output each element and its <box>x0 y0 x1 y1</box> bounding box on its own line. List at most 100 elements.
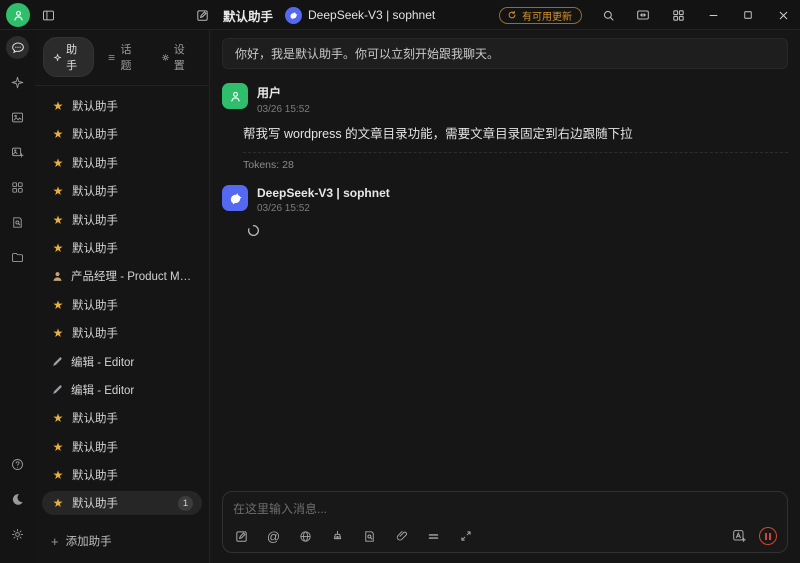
model-name: DeepSeek-V3 | sophnet <box>308 8 435 22</box>
settings-nav-icon[interactable] <box>6 522 30 546</box>
page-title: 默认助手 <box>223 6 273 25</box>
apps-grid-icon[interactable] <box>669 6 687 24</box>
assistant-item[interactable]: 编辑 - Editor <box>42 350 202 374</box>
star-icon: ★ <box>51 441 65 453</box>
model-selector-button[interactable]: DeepSeek-V3 | sophnet <box>285 7 435 24</box>
expand-icon[interactable] <box>457 528 474 545</box>
app-window: 默认助手 DeepSeek-V3 | sophnet 有可用更新 <box>0 0 800 563</box>
star-icon: ★ <box>51 185 65 197</box>
minapps-nav-icon[interactable] <box>6 175 30 199</box>
assistant-message: DeepSeek-V3 | sophnet 03/26 15:52 <box>222 185 788 237</box>
assistant-item[interactable]: ★ 默认助手 <box>42 179 202 203</box>
minimize-button[interactable] <box>704 6 722 24</box>
message-time: 03/26 15:52 <box>257 104 310 115</box>
topic-count-badge: 1 <box>178 496 193 511</box>
theme-moon-icon[interactable] <box>6 487 30 511</box>
message-author: 用户 <box>257 83 310 101</box>
star-icon: ★ <box>51 128 65 140</box>
mini-window-icon[interactable] <box>634 6 652 24</box>
person-icon <box>51 270 64 283</box>
mention-model-icon[interactable]: @ <box>265 528 282 545</box>
pencil-icon <box>51 383 64 396</box>
assistant-greeting: 你好，我是默认助手。你可以立刻开始跟我聊天。 <box>222 38 788 69</box>
assistant-item[interactable]: 产品经理 - Product Manager <box>42 264 202 288</box>
message-input[interactable] <box>233 502 777 516</box>
person-icon <box>228 89 243 104</box>
star-icon: ★ <box>51 497 65 509</box>
message-author: DeepSeek-V3 | sophnet <box>257 185 390 200</box>
person-icon <box>11 8 26 23</box>
gear-icon <box>161 52 170 63</box>
composer-toolbar: @ <box>233 527 777 545</box>
assistant-item[interactable]: ★ 默认助手 <box>42 463 202 487</box>
star-icon: ★ <box>51 299 65 311</box>
new-topic-icon[interactable] <box>233 528 250 545</box>
sparkle-icon <box>53 52 62 63</box>
sidebar-toggle-icon[interactable] <box>39 6 57 24</box>
help-icon[interactable] <box>6 452 30 476</box>
maximize-button[interactable] <box>739 6 757 24</box>
clear-context-icon[interactable] <box>425 528 442 545</box>
assistant-list: ★ 默认助手 ★ 默认助手 ★ 默认助手 ★ 默认助手 ★ 默认助手 <box>35 86 209 531</box>
user-message-avatar[interactable] <box>222 83 248 109</box>
deepseek-logo-icon <box>285 7 302 24</box>
titlebar: 默认助手 DeepSeek-V3 | sophnet 有可用更新 <box>0 0 800 30</box>
pencil-icon <box>51 355 64 368</box>
message-list: 用户 03/26 15:52 帮我写 wordpress 的文章目录功能，需要文… <box>210 71 800 491</box>
tab-topics[interactable]: 话题 <box>98 37 147 77</box>
plus-icon: + <box>51 535 59 548</box>
assistant-item[interactable]: ★ 默认助手 <box>42 293 202 317</box>
chat-nav-icon[interactable] <box>6 36 29 59</box>
attachment-icon[interactable] <box>393 528 410 545</box>
tab-assistants[interactable]: 助手 <box>43 37 94 77</box>
assistant-item[interactable]: ★ 默认助手 <box>42 406 202 430</box>
chat-panel: 你好，我是默认助手。你可以立刻开始跟我聊天。 用户 03/26 15:52 <box>210 30 800 563</box>
search-icon[interactable] <box>599 6 617 24</box>
knowledge-nav-icon[interactable] <box>6 210 30 234</box>
message-tokens: Tokens: 28 <box>243 152 788 171</box>
assistants-sidebar: 助手 话题 设置 ★ 默认助手 <box>35 30 210 563</box>
assistant-item[interactable]: ★ 默认助手 <box>42 151 202 175</box>
star-icon: ★ <box>51 469 65 481</box>
knowledge-base-icon[interactable] <box>361 528 378 545</box>
assistant-item-selected[interactable]: ★ 默认助手 1 <box>42 491 202 515</box>
image-generation-nav-icon[interactable] <box>6 140 30 164</box>
assistant-item[interactable]: ★ 默认助手 <box>42 94 202 118</box>
tab-settings[interactable]: 设置 <box>152 37 201 77</box>
assistant-item[interactable]: ★ 默认助手 <box>42 208 202 232</box>
star-icon: ★ <box>51 100 65 112</box>
message-text: 帮我写 wordpress 的文章目录功能，需要文章目录固定到右边跟随下拉 <box>243 125 788 143</box>
close-button[interactable] <box>774 6 792 24</box>
user-avatar[interactable] <box>6 3 30 27</box>
message-time: 03/26 15:52 <box>257 203 390 214</box>
assistant-item[interactable]: 编辑 - Editor <box>42 378 202 402</box>
sidebar-tabs: 助手 话题 设置 <box>35 30 209 86</box>
assistant-item[interactable]: ★ 默认助手 <box>42 435 202 459</box>
pause-generation-button[interactable] <box>759 527 777 545</box>
assistant-item[interactable]: ★ 默认助手 <box>42 321 202 345</box>
translate-icon[interactable] <box>730 528 747 545</box>
web-search-icon[interactable] <box>297 528 314 545</box>
deepseek-avatar[interactable] <box>222 185 248 211</box>
update-available-badge[interactable]: 有可用更新 <box>499 7 582 24</box>
star-icon: ★ <box>51 242 65 254</box>
list-icon <box>107 52 116 63</box>
composer: @ <box>222 491 788 553</box>
deepseek-logo-icon <box>227 190 244 207</box>
star-icon: ★ <box>51 412 65 424</box>
agents-nav-icon[interactable] <box>6 70 30 94</box>
files-nav-icon[interactable] <box>6 245 30 269</box>
add-assistant-button[interactable]: + 添加助手 <box>35 531 209 563</box>
loading-spinner <box>247 224 788 237</box>
refresh-icon <box>507 10 517 20</box>
star-icon: ★ <box>51 214 65 226</box>
nav-rail <box>0 30 35 563</box>
assistant-item[interactable]: ★ 默认助手 <box>42 236 202 260</box>
star-icon: ★ <box>51 327 65 339</box>
star-icon: ★ <box>51 157 65 169</box>
assistant-item[interactable]: ★ 默认助手 <box>42 122 202 146</box>
images-nav-icon[interactable] <box>6 105 30 129</box>
new-topic-icon[interactable] <box>193 6 211 24</box>
user-message: 用户 03/26 15:52 帮我写 wordpress 的文章目录功能，需要文… <box>222 83 788 171</box>
clear-messages-broom-icon[interactable] <box>329 528 346 545</box>
